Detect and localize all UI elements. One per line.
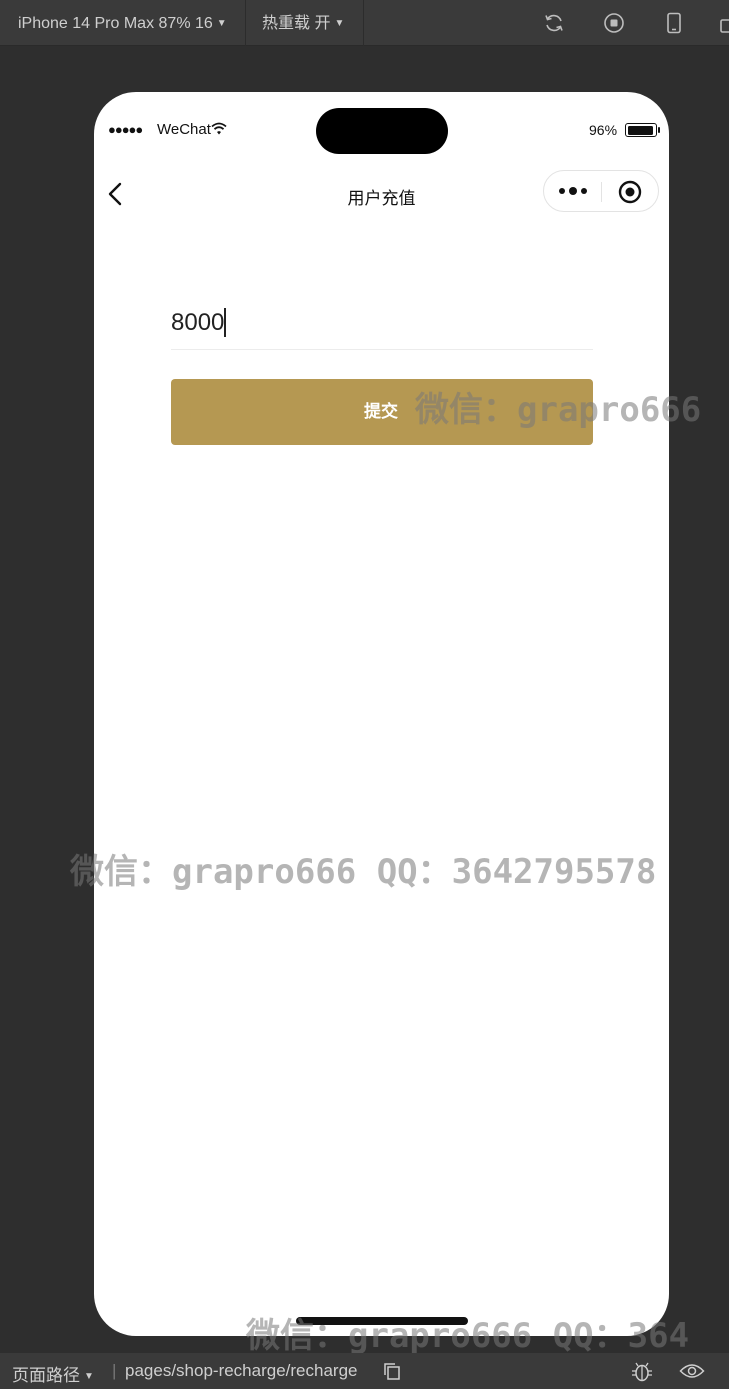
preview-eye-icon[interactable]: [679, 1361, 705, 1381]
page-path-label: 页面路径: [12, 1366, 80, 1385]
battery-tip: [658, 127, 660, 133]
battery-percent: 96%: [589, 122, 618, 138]
capsule-divider: [601, 182, 602, 202]
page-path-bar: 页面路径 ▼ | pages/shop-recharge/recharge: [0, 1353, 729, 1389]
chevron-down-icon: ▼: [84, 1371, 94, 1383]
phone-screen: ●●●●● WeChat 96% 用户充值 8000 提交: [94, 92, 669, 1336]
carrier-name: WeChat: [157, 121, 211, 138]
status-bar: ●●●●● WeChat 96%: [94, 92, 669, 166]
dynamic-island: [316, 108, 448, 154]
refresh-icon[interactable]: [543, 12, 565, 34]
wifi-icon: [211, 122, 227, 135]
page-path-selector[interactable]: 页面路径 ▼: [12, 1361, 94, 1386]
hot-reload-toggle[interactable]: 热重载 开 ▼: [246, 0, 360, 46]
submit-button[interactable]: 提交: [171, 379, 593, 445]
rotate-icon[interactable]: [718, 12, 729, 34]
text-cursor: [224, 308, 226, 337]
hot-reload-label: 热重载 开: [262, 15, 331, 33]
more-options-icon[interactable]: [558, 179, 590, 203]
bug-icon[interactable]: [630, 1361, 654, 1383]
stop-icon[interactable]: [603, 12, 625, 34]
path-separator: |: [112, 1361, 117, 1380]
phone-preview-icon[interactable]: [663, 12, 685, 34]
chevron-down-icon: ▼: [216, 18, 227, 29]
copy-icon[interactable]: [382, 1361, 402, 1381]
battery-level: [627, 125, 654, 135]
simulator-toolbar: iPhone 14 Pro Max 87% 16 ▼ 热重载 开 ▼: [0, 0, 729, 46]
navigation-bar: 用户充值: [94, 166, 669, 222]
device-selector[interactable]: iPhone 14 Pro Max 87% 16 ▼: [2, 0, 243, 46]
signal-strength: ●●●●●: [108, 122, 143, 137]
toolbar-divider: [363, 0, 364, 46]
amount-input[interactable]: [171, 308, 593, 338]
menu-capsule: [543, 170, 659, 212]
home-indicator: [296, 1317, 468, 1325]
device-label: iPhone 14 Pro Max 87% 16: [18, 15, 213, 33]
battery-icon: [625, 123, 657, 137]
close-miniprogram-icon[interactable]: [618, 180, 642, 204]
chevron-down-icon: ▼: [334, 18, 345, 29]
amount-field: [171, 298, 593, 350]
page-path: pages/shop-recharge/recharge: [125, 1361, 358, 1380]
